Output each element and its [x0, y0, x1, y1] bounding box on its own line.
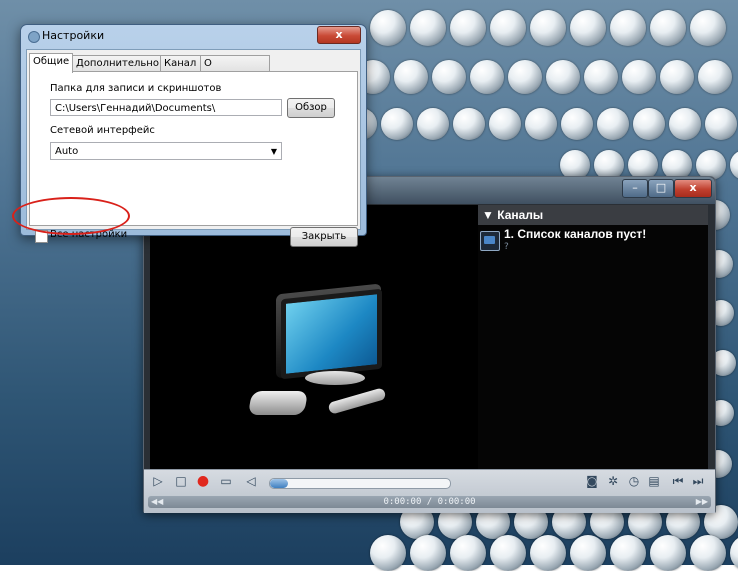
wallpaper-sphere: [450, 535, 486, 571]
previous-icon[interactable]: ⏮: [670, 473, 686, 489]
channel-title: 1. Список каналов пуст!: [504, 227, 647, 241]
app-icon: [28, 31, 40, 43]
network-interface-label: Сетевой интерфейс: [50, 125, 155, 136]
wallpaper-sphere: [417, 108, 449, 140]
network-interface-value: Auto: [55, 146, 79, 157]
wallpaper-sphere: [730, 150, 738, 180]
wallpaper-sphere: [622, 60, 656, 94]
wallpaper-sphere: [410, 10, 446, 46]
browse-button[interactable]: Обзор: [287, 98, 335, 118]
clock-icon[interactable]: ◷: [626, 473, 642, 489]
seek-bar[interactable]: ◀◀ 0:00:00 / 0:00:00 ▶▶: [148, 496, 711, 508]
set-top-box-image: [247, 391, 309, 415]
camera-icon[interactable]: ◙: [584, 473, 600, 489]
wallpaper-sphere: [584, 60, 618, 94]
wallpaper-sphere: [530, 535, 566, 571]
wallpaper-sphere: [490, 535, 526, 571]
close-button[interactable]: Закрыть: [290, 227, 358, 247]
wallpaper-sphere: [370, 535, 406, 571]
wallpaper-sphere: [489, 108, 521, 140]
folder-icon[interactable]: ▭: [218, 473, 234, 489]
playlist-icon[interactable]: ▤: [646, 473, 662, 489]
play-icon[interactable]: ▷: [150, 473, 166, 489]
wallpaper-sphere: [381, 108, 413, 140]
speaker-icon[interactable]: ◁: [243, 473, 259, 489]
next-icon[interactable]: ⏭: [690, 473, 706, 489]
tab-general[interactable]: Общие: [29, 53, 73, 73]
maximize-button[interactable]: □: [648, 179, 674, 198]
channel-subtitle: ?: [504, 242, 509, 252]
wallpaper-sphere: [690, 10, 726, 46]
playback-controls: ▷ □ ● ▭ ◁ ◙ ✲ ◷ ▤ ⏮ ⏭ ◀◀ 0:00:00 / 0:00:…: [144, 469, 715, 513]
player-close-button[interactable]: x: [674, 179, 712, 198]
tv-stand-image: [305, 371, 365, 385]
seek-forward-icon[interactable]: ▶▶: [696, 496, 708, 508]
wallpaper-sphere: [633, 108, 665, 140]
wallpaper-sphere: [410, 535, 446, 571]
wallpaper-sphere: [470, 60, 504, 94]
wallpaper-sphere: [610, 10, 646, 46]
wallpaper-sphere: [570, 10, 606, 46]
volume-slider[interactable]: [269, 478, 451, 489]
wallpaper-sphere: [610, 535, 646, 571]
volume-fill: [270, 479, 288, 488]
dialog-title: Настройки: [42, 29, 105, 42]
channels-header-label: Каналы: [497, 208, 544, 222]
tv-channel-icon: [480, 231, 500, 251]
network-interface-select[interactable]: Auto ▼: [50, 142, 282, 160]
wallpaper-sphere: [698, 60, 732, 94]
wallpaper-sphere: [525, 108, 557, 140]
dialog-titlebar[interactable]: Настройки x: [21, 25, 366, 47]
wallpaper-sphere: [669, 108, 701, 140]
folder-label: Папка для записи и скриншотов: [50, 83, 222, 94]
wallpaper-sphere: [561, 108, 593, 140]
wallpaper-sphere: [570, 535, 606, 571]
wallpaper-sphere: [650, 10, 686, 46]
wallpaper-sphere: [690, 535, 726, 571]
chevron-down-icon: ▼: [270, 147, 277, 156]
wallpaper-sphere: [508, 60, 542, 94]
wallpaper-sphere: [450, 10, 486, 46]
minimize-button[interactable]: –: [622, 179, 648, 198]
tv-screen-image: [281, 288, 382, 380]
time-display: 0:00:00 / 0:00:00: [383, 497, 476, 507]
remote-control-image: [327, 387, 387, 415]
wallpaper-sphere: [530, 10, 566, 46]
wallpaper-sphere: [394, 60, 428, 94]
channels-header[interactable]: ▼ Каналы: [478, 205, 708, 225]
wallpaper-sphere: [546, 60, 580, 94]
wallpaper-sphere: [370, 10, 406, 46]
wallpaper-sphere: [432, 60, 466, 94]
dialog-close-button[interactable]: x: [317, 26, 361, 44]
stop-icon[interactable]: □: [173, 473, 189, 489]
wallpaper-sphere: [453, 108, 485, 140]
wallpaper-sphere: [650, 535, 686, 571]
wallpaper-sphere: [490, 10, 526, 46]
gear-icon[interactable]: ✲: [605, 473, 621, 489]
list-item[interactable]: 1. Список каналов пуст! ?: [478, 225, 708, 259]
tab-about[interactable]: О программе: [200, 55, 270, 85]
folder-path-input[interactable]: C:\Users\Геннадий\Documents\: [50, 99, 282, 116]
tab-channel[interactable]: Канал: [160, 55, 202, 72]
chevron-down-icon: ▼: [482, 208, 498, 222]
tab-advanced[interactable]: Дополнительно: [72, 55, 162, 72]
highlight-annotation: [12, 197, 130, 235]
wallpaper-sphere: [660, 60, 694, 94]
wallpaper-sphere: [705, 108, 737, 140]
record-icon[interactable]: ●: [195, 473, 211, 489]
wallpaper-sphere: [597, 108, 629, 140]
channels-panel: ▼ Каналы 1. Список каналов пуст! ?: [478, 205, 708, 469]
wallpaper-sphere: [730, 535, 738, 571]
